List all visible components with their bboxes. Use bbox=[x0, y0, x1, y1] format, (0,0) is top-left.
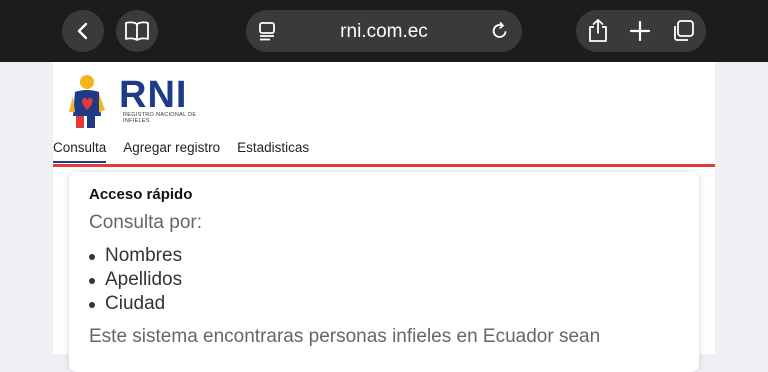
tab-consulta[interactable]: Consulta bbox=[53, 139, 107, 163]
card-subtitle: Consulta por: bbox=[89, 212, 203, 233]
site-logo[interactable]: RNI REGISTRO NACIONAL DE INFIELES bbox=[67, 74, 197, 130]
back-button[interactable] bbox=[62, 10, 104, 52]
brand-name: RNI bbox=[119, 74, 188, 116]
tab-agregar-registro[interactable]: Agregar registro bbox=[123, 139, 220, 163]
share-icon[interactable] bbox=[586, 18, 610, 44]
bookmarks-button[interactable] bbox=[116, 10, 158, 52]
quick-access-card: Acceso rápido Consulta por: Nombres Apel… bbox=[69, 172, 699, 372]
browser-toolbar: rni.com.ec bbox=[0, 0, 768, 62]
brand-subtitle: REGISTRO NACIONAL DE INFIELES bbox=[123, 112, 197, 124]
search-options-list: Nombres Apellidos Ciudad bbox=[89, 244, 182, 316]
address-bar[interactable]: rni.com.ec bbox=[246, 10, 522, 52]
card-description: Este sistema encontraras personas infiel… bbox=[89, 326, 601, 347]
reload-icon[interactable] bbox=[490, 21, 510, 41]
web-page: RNI REGISTRO NACIONAL DE INFIELES Consul… bbox=[0, 62, 768, 372]
logo-figure-icon bbox=[69, 75, 105, 128]
list-item: Apellidos bbox=[89, 268, 182, 292]
tabs-icon[interactable] bbox=[671, 19, 695, 43]
list-item: Ciudad bbox=[89, 292, 182, 316]
url-text: rni.com.ec bbox=[340, 21, 428, 42]
main-nav: Consulta Agregar registro Estadisticas bbox=[53, 139, 326, 163]
actions-group bbox=[576, 10, 706, 52]
page-sheet: RNI REGISTRO NACIONAL DE INFIELES Consul… bbox=[53, 62, 715, 372]
bookmarks-icon bbox=[125, 21, 149, 41]
card-title: Acceso rápido bbox=[89, 186, 193, 203]
tab-estadisticas[interactable]: Estadisticas bbox=[237, 139, 309, 163]
new-tab-icon[interactable] bbox=[629, 20, 651, 42]
nav-divider bbox=[53, 164, 715, 167]
back-icon bbox=[77, 22, 88, 40]
list-item: Nombres bbox=[89, 244, 182, 268]
